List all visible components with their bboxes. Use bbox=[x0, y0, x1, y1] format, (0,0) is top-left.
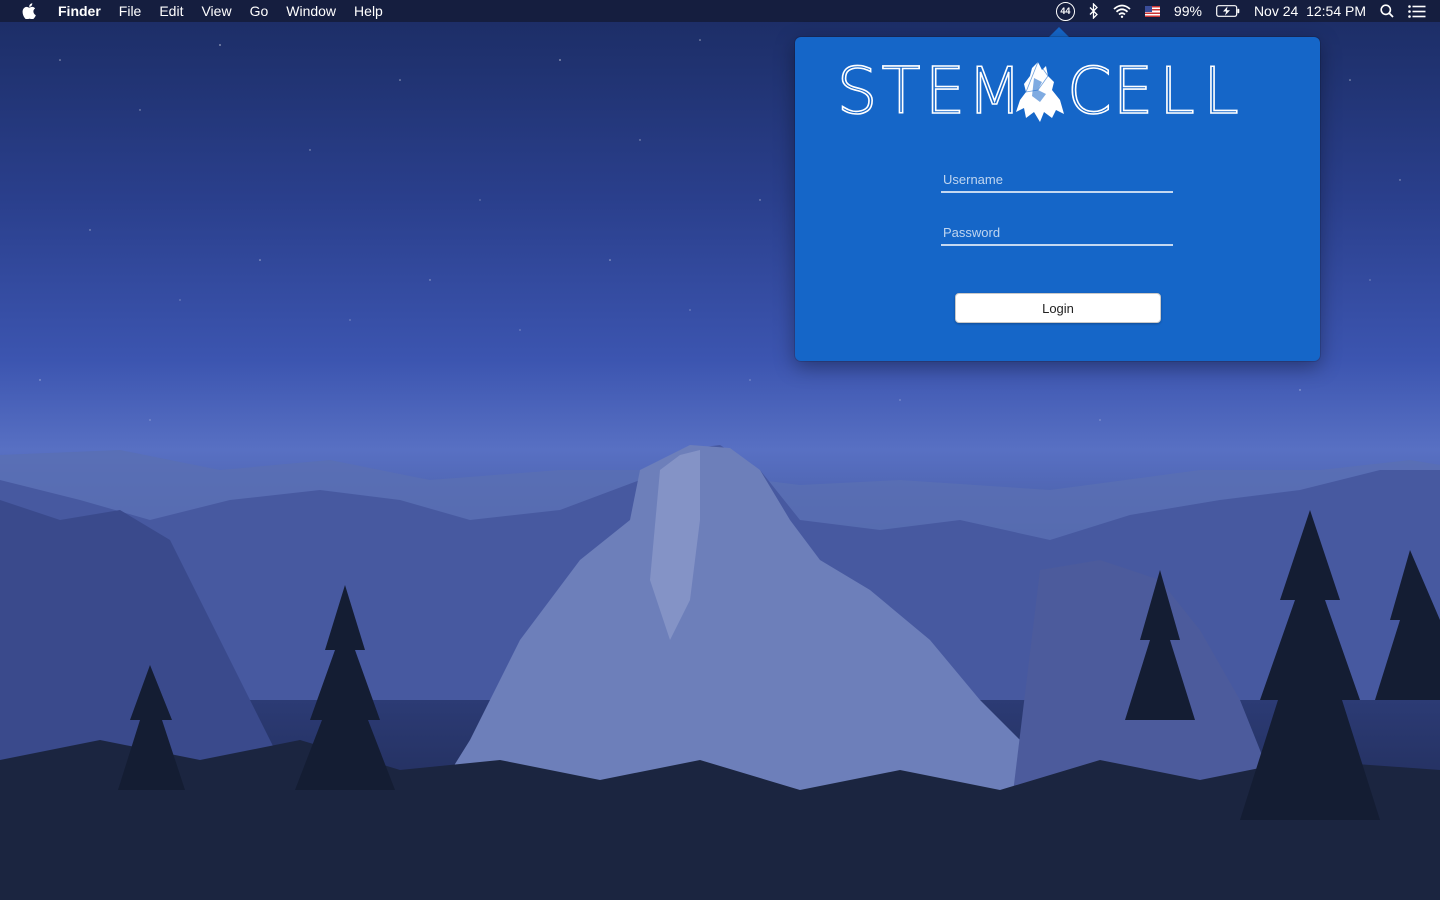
username-field[interactable] bbox=[941, 167, 1173, 191]
menu-go[interactable]: Go bbox=[250, 0, 269, 22]
spotlight-search-icon[interactable] bbox=[1380, 0, 1394, 22]
menu-file[interactable]: File bbox=[119, 0, 142, 22]
bluetooth-icon[interactable] bbox=[1089, 0, 1099, 22]
input-source-flag-icon[interactable] bbox=[1144, 0, 1160, 22]
wolf-logo-icon bbox=[1011, 59, 1067, 125]
menu-help[interactable]: Help bbox=[354, 0, 383, 22]
password-field-container bbox=[941, 220, 1173, 246]
status-badge: 44 bbox=[1055, 1, 1075, 21]
menu-window[interactable]: Window bbox=[286, 0, 336, 22]
clock[interactable]: Nov 24 12:54 PM bbox=[1254, 3, 1366, 19]
login-popover: S T E M C E L L Login bbox=[795, 37, 1320, 361]
logo-letter: L bbox=[1202, 55, 1239, 129]
logo-letter: E bbox=[1112, 55, 1154, 129]
logo-letter: L bbox=[1158, 55, 1195, 129]
password-field[interactable] bbox=[941, 220, 1173, 244]
notification-center-icon[interactable] bbox=[1408, 0, 1426, 22]
wifi-icon[interactable] bbox=[1113, 0, 1131, 22]
menu-bar: Finder File Edit View Go Window Help 44 … bbox=[0, 0, 1440, 22]
logo-letter: S bbox=[836, 55, 878, 129]
username-field-container bbox=[941, 167, 1173, 193]
logo-letter: T bbox=[881, 55, 922, 129]
logo-letter: E bbox=[924, 55, 966, 129]
logo-letter: M bbox=[966, 55, 1023, 129]
apple-icon[interactable] bbox=[22, 3, 38, 19]
battery-percent: 99% bbox=[1173, 3, 1202, 19]
menu-finder[interactable]: Finder bbox=[58, 0, 101, 22]
battery-charging-icon[interactable] bbox=[1216, 0, 1240, 22]
menu-edit[interactable]: Edit bbox=[159, 0, 183, 22]
stemcell-logo: S T E M C E L L bbox=[835, 55, 1275, 129]
logo-letter: C bbox=[1066, 55, 1112, 129]
login-button[interactable]: Login bbox=[955, 293, 1161, 323]
menu-view[interactable]: View bbox=[201, 0, 231, 22]
stemcell-status-icon[interactable]: 44 bbox=[1055, 0, 1075, 22]
